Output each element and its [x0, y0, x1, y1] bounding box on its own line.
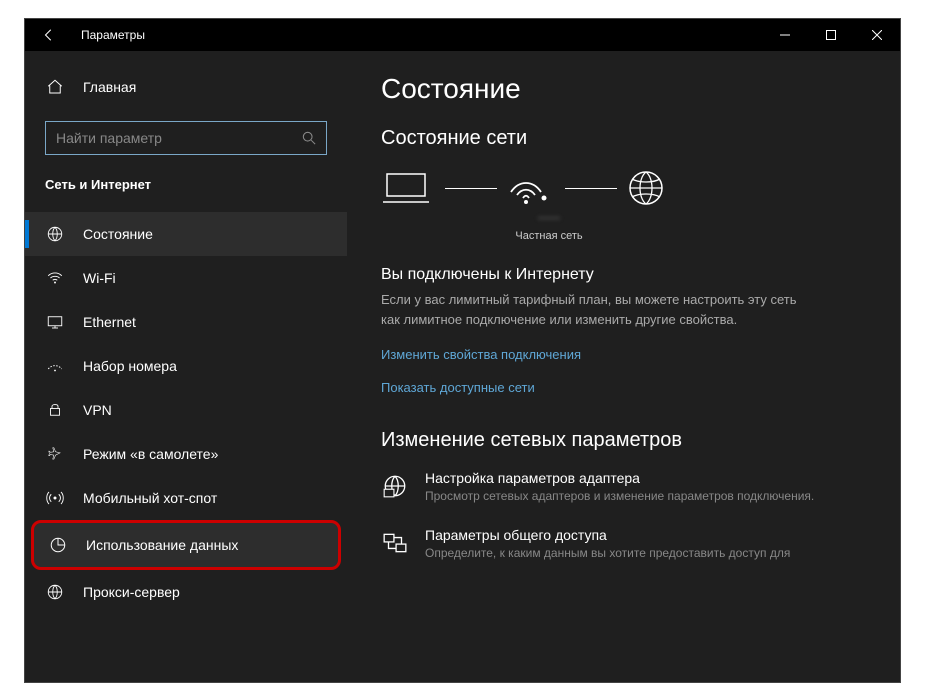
vpn-icon [45, 400, 65, 420]
option-desc: Определите, к каким данным вы хотите пре… [425, 545, 790, 562]
sharing-icon [381, 529, 409, 557]
sidebar-item-label: Мобильный хот-спот [83, 490, 217, 506]
sidebar-home[interactable]: Главная [25, 69, 347, 105]
sidebar-item-proxy[interactable]: Прокси-сервер [25, 570, 347, 614]
router-wifi-icon [501, 168, 561, 208]
sidebar-item-label: Использование данных [86, 537, 238, 553]
home-icon [45, 77, 65, 97]
window-title: Параметры [81, 28, 145, 42]
data-usage-icon [48, 535, 68, 555]
sidebar-item-label: Состояние [83, 226, 153, 242]
sidebar-item-label: Wi-Fi [83, 270, 116, 286]
option-desc: Просмотр сетевых адаптеров и изменение п… [425, 488, 814, 505]
status-icon [45, 224, 65, 244]
option-title: Параметры общего доступа [425, 527, 790, 543]
sidebar: Главная Сеть и Интернет Состояние Wi [25, 51, 347, 682]
sidebar-section-label: Сеть и Интернет [25, 177, 347, 192]
network-name: —— [459, 212, 639, 224]
sidebar-item-label: Режим «в самолете» [83, 446, 218, 462]
sidebar-item-ethernet[interactable]: Ethernet [25, 300, 347, 344]
sidebar-item-label: Прокси-сервер [83, 584, 180, 600]
section-network-status: Состояние сети [381, 127, 866, 150]
sidebar-item-dialup[interactable]: Набор номера [25, 344, 347, 388]
page-title: Состояние [381, 73, 866, 105]
device-icon [381, 168, 441, 208]
hotspot-icon [45, 488, 65, 508]
sidebar-item-hotspot[interactable]: Мобильный хот-спот [25, 476, 347, 520]
back-button[interactable] [25, 19, 73, 51]
airplane-icon [45, 444, 65, 464]
proxy-icon [45, 582, 65, 602]
connection-status-title: Вы подключены к Интернету [381, 266, 866, 284]
network-diagram [381, 168, 866, 208]
globe-internet-icon [621, 168, 681, 208]
ethernet-icon [45, 312, 65, 332]
sidebar-item-vpn[interactable]: VPN [25, 388, 347, 432]
search-box[interactable] [45, 121, 327, 155]
dialup-icon [45, 356, 65, 376]
option-adapter-settings[interactable]: Настройка параметров адаптера Просмотр с… [381, 470, 866, 505]
search-icon [302, 131, 316, 145]
maximize-button[interactable] [808, 19, 854, 51]
connection-status-desc: Если у вас лимитный тарифный план, вы мо… [381, 290, 811, 329]
wifi-icon [45, 268, 65, 288]
adapter-icon [381, 472, 409, 500]
option-sharing-settings[interactable]: Параметры общего доступа Определите, к к… [381, 527, 866, 562]
sidebar-item-wifi[interactable]: Wi-Fi [25, 256, 347, 300]
close-button[interactable] [854, 19, 900, 51]
sidebar-item-label: Ethernet [83, 314, 136, 330]
link-change-connection-properties[interactable]: Изменить свойства подключения [381, 347, 866, 362]
link-show-available-networks[interactable]: Показать доступные сети [381, 380, 866, 395]
option-title: Настройка параметров адаптера [425, 470, 814, 486]
connector-line [565, 188, 617, 189]
network-type-label: Частная сеть [459, 230, 639, 242]
connector-line [445, 188, 497, 189]
titlebar: Параметры [25, 19, 900, 51]
minimize-button[interactable] [762, 19, 808, 51]
sidebar-item-status[interactable]: Состояние [25, 212, 347, 256]
settings-window: Параметры Главная [24, 18, 901, 683]
sidebar-item-airplane[interactable]: Режим «в самолете» [25, 432, 347, 476]
search-input[interactable] [56, 130, 302, 146]
sidebar-item-data-usage[interactable]: Использование данных [31, 520, 341, 570]
sidebar-home-label: Главная [83, 79, 136, 95]
section-change-network-settings: Изменение сетевых параметров [381, 429, 866, 452]
content-pane: Состояние Состояние сети —— Частная сеть [347, 51, 900, 682]
sidebar-item-label: VPN [83, 402, 112, 418]
sidebar-item-label: Набор номера [83, 358, 177, 374]
